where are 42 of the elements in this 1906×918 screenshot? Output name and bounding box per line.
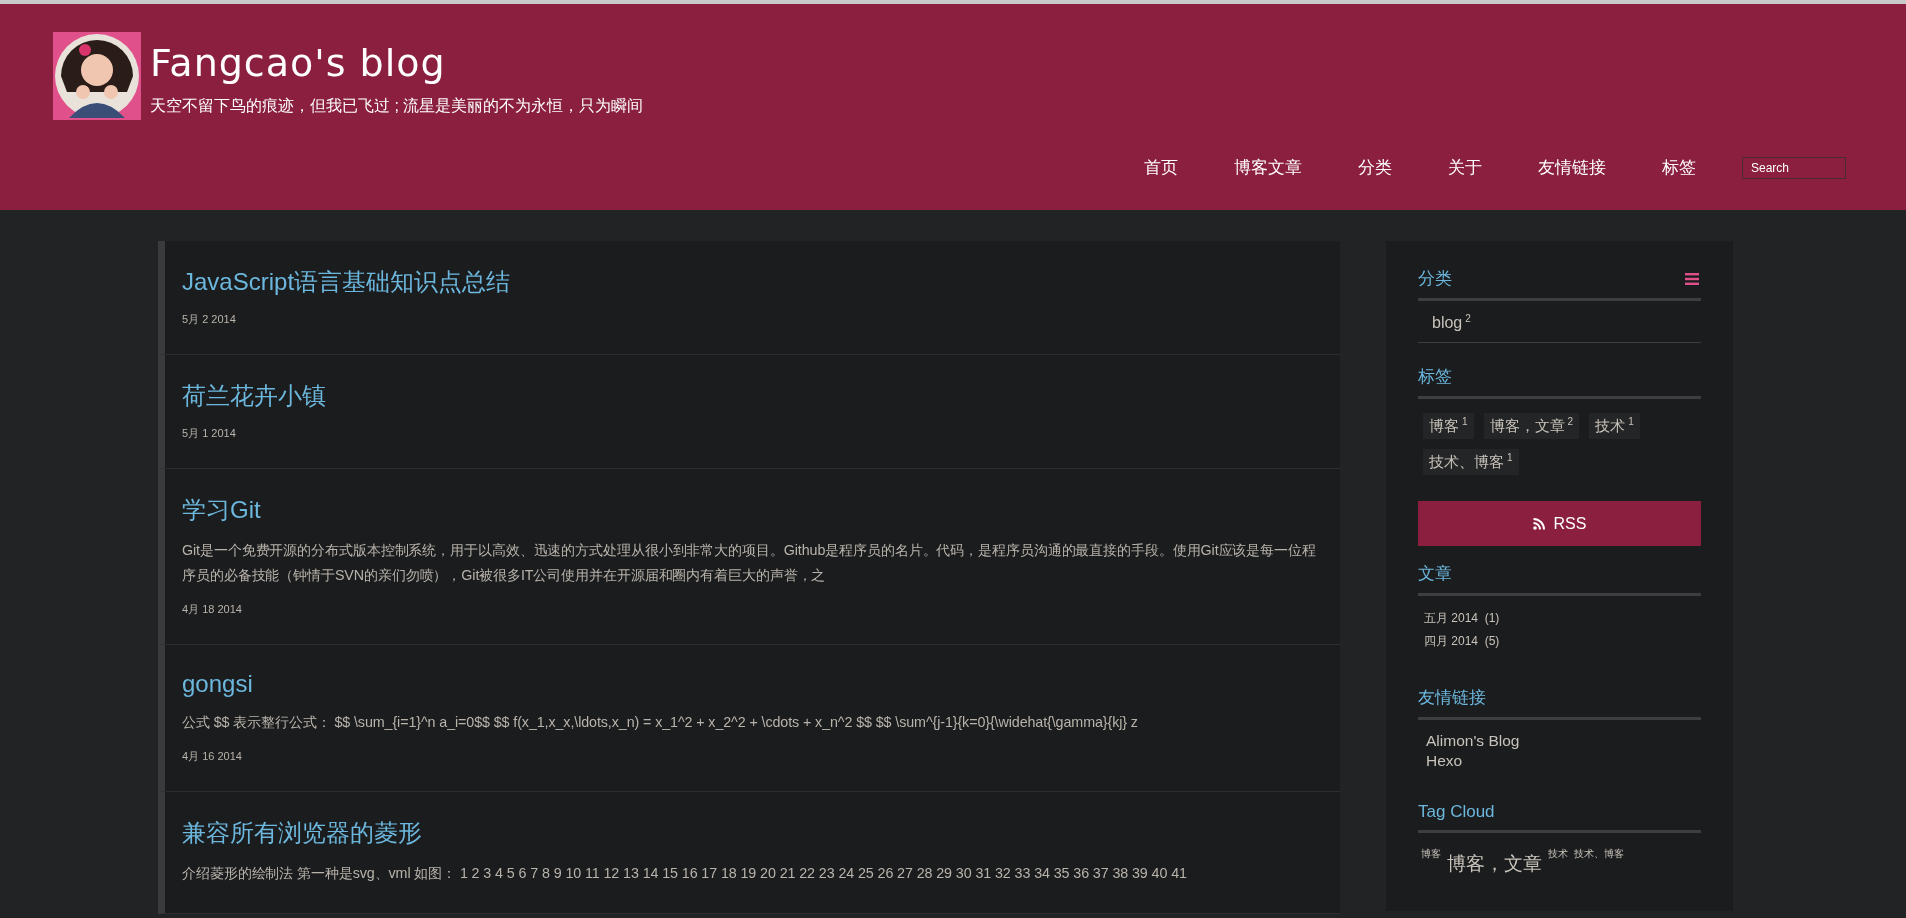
post-date: 5月 1 2014: [182, 426, 237, 441]
nav-link[interactable]: 标签: [1662, 156, 1696, 179]
post-excerpt: 公式 $$ 表示整行公式： $$ \sum_{i=1}^n a_i=0$$ $$ f(x_1,x_x,\ldots,x_n) = x_1^2 + x_2^2 + \cdots + x_n^2 $$ $$ \sum^{j-1}{k=0}{\widehat{\gamma}{kj} z: [182, 713, 1139, 732]
nav-link[interactable]: 首页: [1144, 156, 1178, 179]
friend-link[interactable]: Alimon's Blog: [1426, 732, 1693, 751]
rss-icon: [1532, 517, 1545, 530]
post-title[interactable]: 兼容所有浏览器的菱形: [182, 817, 1322, 849]
post-excerpt: 介绍菱形的绘制法 第一种是svg、vml 如图： 1 2 3 4 5 6 7 8 9 10 11 12 13 14 15 16 17 18 19 20 21 22 23 24 25 26 27 28 29 30 31 32 33 34 35 36 37 38 39 40 41: [182, 864, 1188, 883]
tag-cloud-link[interactable]: 博客，文章: [1447, 851, 1542, 878]
nav-link[interactable]: 友情链接: [1538, 156, 1606, 179]
site-title[interactable]: Fangcao's blog: [150, 38, 644, 88]
friend-link[interactable]: Hexo: [1426, 752, 1693, 771]
widget-heading: 友情链接: [1418, 687, 1486, 710]
widget-heading: 分类: [1418, 268, 1452, 290]
site-subtitle: 天空不留下鸟的痕迹，但我已飞过 ; 流星是美丽的不为永恒，只为瞬间: [150, 96, 644, 116]
menu-icon[interactable]: [1685, 272, 1699, 285]
post-title[interactable]: 学习Git: [182, 494, 1322, 526]
tag-chip[interactable]: 技术 $^{1}$: [1589, 413, 1640, 440]
post-title[interactable]: JavaScript语言基础知识点总结: [182, 266, 1322, 298]
post-title[interactable]: 荷兰花卉小镇: [182, 380, 1322, 412]
widget-heading: Tag Cloud: [1418, 802, 1495, 823]
archive-link[interactable]: 五月 2014 (1): [1424, 610, 1695, 628]
rss-button[interactable]: RSS: [1418, 501, 1701, 547]
widget-heading: 标签: [1418, 366, 1452, 389]
nav-link[interactable]: 博客文章: [1234, 156, 1302, 179]
post-date: 5月 2 2014: [182, 312, 237, 327]
tag-chip[interactable]: 博客，文章 $^{2}$: [1483, 413, 1580, 440]
tag-chip[interactable]: 技术、博客 $^{1}$: [1423, 449, 1519, 476]
post-date: 4月 18 2014: [182, 602, 243, 617]
tag-cloud-link[interactable]: 技术、博客: [1574, 847, 1624, 862]
search-field[interactable]: Search: [1742, 156, 1846, 179]
category-link[interactable]: blog $^{2}$: [1432, 314, 1471, 332]
nav-link[interactable]: 关于: [1448, 156, 1482, 179]
tag-cloud-link[interactable]: 博客: [1421, 847, 1441, 862]
nav-link[interactable]: 分类: [1358, 156, 1392, 179]
tag-cloud-link[interactable]: 技术: [1548, 847, 1568, 862]
post-title[interactable]: gongsi: [182, 670, 1322, 698]
archive-link[interactable]: 四月 2014 (5): [1424, 633, 1695, 651]
post-date: 4月 16 2014: [182, 749, 243, 764]
widget-heading: 文章: [1418, 563, 1452, 586]
tag-chip[interactable]: 博客 $^{1}$: [1423, 413, 1474, 440]
post-excerpt: Git是一个免费开源的分布式版本控制系统，用于以高效、迅速的方式处理从很小到非常大的项目。Github是程序员的名片。代码，是程序员沟通的最直接的手段。使用Git应该是每一位程序员的必备技能（钟情于SVN的亲们勿喷），Git被很多IT公司使用并在开源届和圈内有着巨大的声誉，之: [182, 541, 1317, 585]
